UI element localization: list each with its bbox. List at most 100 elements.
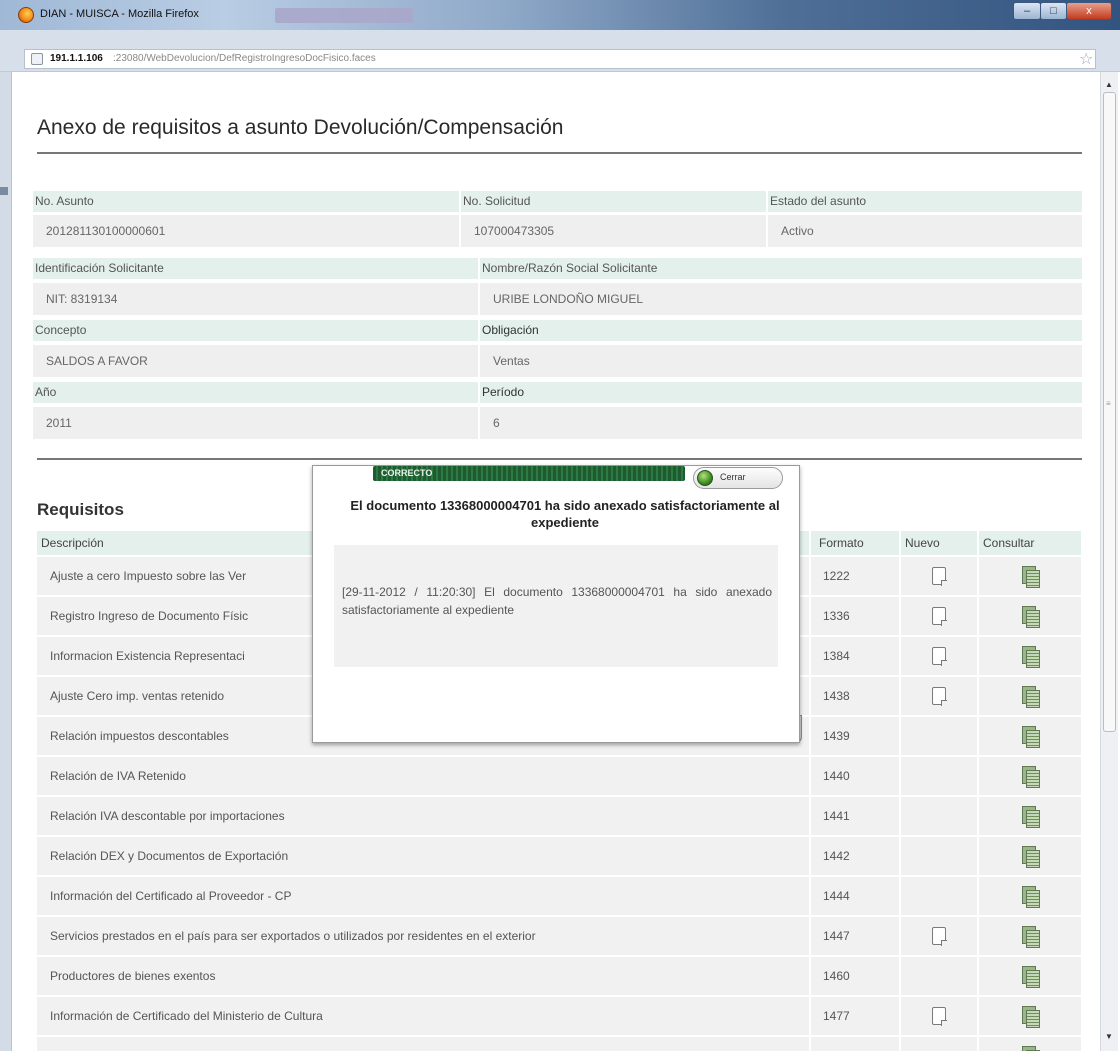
row-descripcion: Exportaciones con Usuarios Industriales … (37, 1037, 809, 1051)
view-document-icon[interactable] (1022, 606, 1040, 628)
vertical-scrollbar[interactable]: ▲ ≡ ▼ (1100, 72, 1118, 1051)
url-input[interactable]: 191.1.1.106 :23080/WebDevolucion/DefRegi… (24, 49, 1096, 69)
firefox-icon (18, 7, 34, 23)
table-row: Servicios prestados en el país para ser … (37, 917, 1081, 955)
dialog-message-box: [29-11-2012 / 11:20:30] El documento 133… (334, 545, 778, 667)
address-bar: 191.1.1.106 :23080/WebDevolucion/DefRegi… (0, 30, 1120, 72)
row-descripcion: Relación IVA descontable por importacion… (37, 797, 809, 835)
window-title: DIAN - MUISCA - Mozilla Firefox (40, 8, 199, 20)
site-identity-icon[interactable] (31, 53, 43, 65)
dialog-header-text: CORRECTO (381, 468, 433, 478)
view-document-icon[interactable] (1022, 766, 1040, 788)
new-document-icon[interactable] (932, 567, 947, 586)
obligacion-value: Ventas (480, 345, 1082, 377)
concepto-label: Concepto (33, 320, 478, 341)
close-window-button[interactable]: x (1066, 2, 1112, 20)
nombre-value: URIBE LONDOÑO MIGUEL (480, 283, 1082, 315)
row-consultar (977, 957, 1081, 995)
table-row: Información del Certificado al Proveedor… (37, 877, 1081, 915)
row-descripcion: Información del Certificado al Proveedor… (37, 877, 809, 915)
dialog-message: [29-11-2012 / 11:20:30] El documento 133… (342, 585, 772, 617)
dialog-close-label: Cerrar (720, 472, 746, 482)
new-document-icon[interactable] (932, 607, 947, 626)
row-consultar (977, 637, 1081, 675)
row-formato: 1441 (809, 797, 899, 835)
estado-value: Activo (768, 215, 1082, 247)
concepto-value: SALDOS A FAVOR (33, 345, 478, 377)
col-consultar: Consultar (977, 531, 1081, 555)
view-document-icon[interactable] (1022, 966, 1040, 988)
table-row: Exportaciones con Usuarios Industriales … (37, 1037, 1081, 1051)
row-nuevo (899, 637, 977, 675)
url-host: 191.1.1.106 (50, 53, 103, 64)
minimize-button[interactable]: – (1013, 2, 1041, 20)
view-document-icon[interactable] (1022, 806, 1040, 828)
new-document-icon[interactable] (932, 687, 947, 706)
row-formato: 1447 (809, 917, 899, 955)
view-document-icon[interactable] (1022, 686, 1040, 708)
row-descripcion: Productores de bienes exentos (37, 957, 809, 995)
table-row: Relación de IVA Retenido 1440 (37, 757, 1081, 795)
row-nuevo (899, 957, 977, 995)
new-document-icon[interactable] (932, 1007, 947, 1026)
row-consultar (977, 917, 1081, 955)
row-formato: 1478 (809, 1037, 899, 1051)
row-consultar (977, 597, 1081, 635)
section-divider (37, 458, 1082, 460)
bookmark-star-icon[interactable]: ☆ (1079, 49, 1093, 69)
obligacion-label: Obligación (480, 320, 1082, 341)
left-frame-edge (0, 72, 12, 1051)
view-document-icon[interactable] (1022, 726, 1040, 748)
scrollbar-thumb[interactable]: ≡ (1103, 92, 1116, 732)
scroll-down-arrow-icon[interactable]: ▼ (1105, 1032, 1113, 1041)
requisitos-title: Requisitos (37, 500, 124, 519)
view-document-icon[interactable] (1022, 646, 1040, 668)
row-nuevo (899, 717, 977, 755)
row-nuevo (899, 1037, 977, 1051)
row-consultar (977, 757, 1081, 795)
new-document-icon[interactable] (932, 647, 947, 666)
row-consultar (977, 877, 1081, 915)
view-document-icon[interactable] (1022, 846, 1040, 868)
no-asunto-label: No. Asunto (33, 191, 459, 212)
no-solicitud-value: 107000473305 (461, 215, 766, 247)
row-consultar (977, 717, 1081, 755)
row-nuevo (899, 917, 977, 955)
row-formato: 1438 (809, 677, 899, 715)
estado-label: Estado del asunto (768, 191, 1082, 212)
frame-marker (0, 187, 8, 195)
table-row: Relación DEX y Documentos de Exportación… (37, 837, 1081, 875)
title-divider (37, 152, 1082, 154)
row-consultar (977, 677, 1081, 715)
row-consultar (977, 837, 1081, 875)
view-document-icon[interactable] (1022, 566, 1040, 588)
dialog-close-button[interactable]: Cerrar (693, 467, 783, 489)
identificacion-value: NIT: 8319134 (33, 283, 478, 315)
row-formato: 1477 (809, 997, 899, 1035)
col-nuevo: Nuevo (899, 531, 977, 555)
row-formato: 1439 (809, 717, 899, 755)
row-descripcion: Relación DEX y Documentos de Exportación (37, 837, 809, 875)
table-row: Información de Certificado del Ministeri… (37, 997, 1081, 1035)
row-nuevo (899, 837, 977, 875)
window-titlebar: DIAN - MUISCA - Mozilla Firefox – □ x (0, 0, 1120, 30)
scrollbar-grip-icon: ≡ (1106, 399, 1111, 408)
view-document-icon[interactable] (1022, 1046, 1040, 1051)
maximize-button[interactable]: □ (1040, 2, 1067, 20)
new-document-icon[interactable] (932, 927, 947, 946)
row-formato: 1460 (809, 957, 899, 995)
view-document-icon[interactable] (1022, 886, 1040, 908)
close-dot-icon (697, 470, 713, 486)
periodo-value: 6 (480, 407, 1082, 439)
table-row: Relación IVA descontable por importacion… (37, 797, 1081, 835)
no-asunto-value: 201281130100000601 (33, 215, 459, 247)
row-descripcion: Relación de IVA Retenido (37, 757, 809, 795)
row-nuevo (899, 677, 977, 715)
row-formato: 1442 (809, 837, 899, 875)
row-nuevo (899, 557, 977, 595)
view-document-icon[interactable] (1022, 1006, 1040, 1028)
view-document-icon[interactable] (1022, 926, 1040, 948)
row-consultar (977, 557, 1081, 595)
scroll-up-arrow-icon[interactable]: ▲ (1105, 80, 1113, 89)
row-nuevo (899, 997, 977, 1035)
